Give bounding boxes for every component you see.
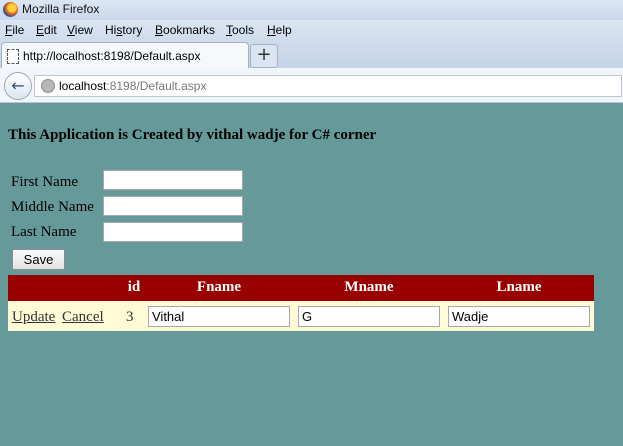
window-titlebar: Mozilla Firefox (0, 0, 623, 20)
first-name-input[interactable] (103, 170, 243, 190)
lname-edit-input[interactable] (448, 306, 590, 327)
middle-name-input[interactable] (103, 196, 243, 216)
last-name-label: Last Name (11, 224, 77, 240)
page-content: This Application is Created by vithal wa… (0, 103, 623, 446)
page-icon (7, 49, 19, 64)
row-id: 3 (126, 309, 134, 325)
cancel-link[interactable]: Cancel (62, 309, 104, 326)
first-name-label: First Name (11, 174, 79, 190)
middle-name-label: Middle Name (11, 199, 94, 215)
last-name-input[interactable] (103, 222, 243, 242)
navigation-bar: ← localhost:8198/Default.aspx (0, 68, 623, 103)
back-arrow-icon: ← (11, 76, 25, 95)
menu-bar: File Edit View History Bookmarks Tools H… (0, 20, 623, 40)
grid-header-mname: Mname (344, 279, 394, 295)
update-link[interactable]: Update (12, 309, 55, 326)
menu-edit[interactable]: Edit (36, 23, 57, 37)
page-heading: This Application is Created by vithal wa… (8, 127, 377, 143)
new-tab-button[interactable]: + (250, 44, 278, 68)
save-button[interactable]: Save (12, 249, 65, 270)
menu-bookmarks[interactable]: Bookmarks (155, 23, 215, 37)
tab-bar: http://localhost:8198/Default.aspx + (0, 40, 623, 69)
grid-header-id: id (127, 279, 141, 295)
fname-edit-input[interactable] (148, 306, 290, 327)
url-text: localhost:8198/Default.aspx (59, 79, 207, 93)
menu-file[interactable]: File (5, 23, 24, 37)
globe-icon (41, 79, 55, 93)
grid-edit-row: Update Cancel 3 (8, 301, 594, 331)
menu-help[interactable]: Help (267, 23, 292, 37)
menu-tools[interactable]: Tools (226, 23, 254, 37)
tab-default-aspx[interactable]: http://localhost:8198/Default.aspx (1, 42, 249, 69)
grid-header-row: id Fname Mname Lname (8, 275, 594, 301)
menu-history[interactable]: History (105, 23, 142, 37)
grid-header-fname: Fname (196, 279, 242, 295)
window-title: Mozilla Firefox (22, 2, 100, 16)
menu-view[interactable]: View (67, 23, 93, 37)
back-button[interactable]: ← (4, 72, 32, 100)
url-bar[interactable]: localhost:8198/Default.aspx (34, 75, 622, 97)
firefox-logo-icon (3, 2, 18, 17)
grid-header-lname: Lname (496, 279, 542, 295)
mname-edit-input[interactable] (298, 306, 440, 327)
tab-label: http://localhost:8198/Default.aspx (23, 49, 201, 63)
